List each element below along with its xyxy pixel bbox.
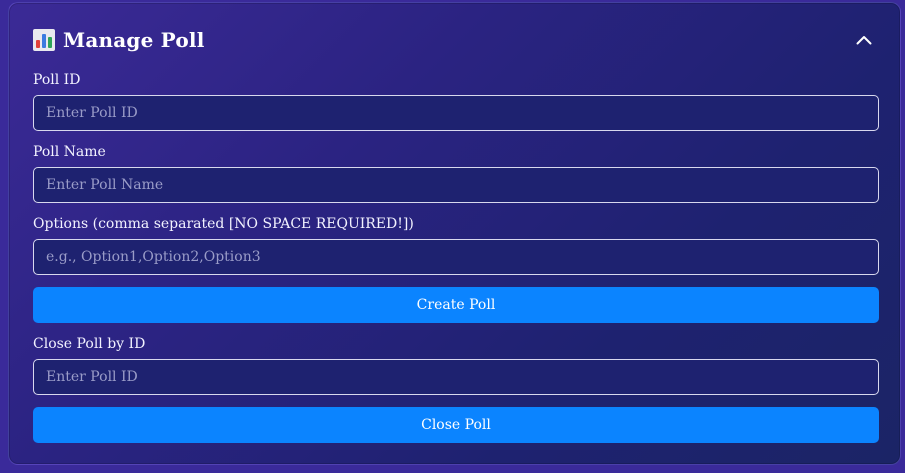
poll-id-input[interactable] [33,95,879,131]
poll-name-input[interactable] [33,167,879,203]
options-label: Options (comma separated [NO SPACE REQUI… [33,216,414,232]
options-input[interactable] [33,239,879,275]
poll-name-label: Poll Name [33,144,106,160]
poll-id-label: Poll ID [33,72,81,88]
collapse-button[interactable] [852,28,876,52]
create-poll-button[interactable]: Create Poll [33,287,879,323]
bar-chart-icon-bar-1 [36,40,40,48]
bar-chart-icon [33,29,55,51]
close-poll-id-input[interactable] [33,359,879,395]
panel-title: Manage Poll [63,28,205,52]
panel-header: Manage Poll [33,25,876,55]
close-poll-button[interactable]: Close Poll [33,407,879,443]
panel-title-group: Manage Poll [33,28,205,52]
manage-poll-panel: Manage Poll Poll ID Poll Name Options (c… [8,2,901,465]
bar-chart-icon-bar-3 [48,37,52,48]
bar-chart-icon-bar-2 [42,34,46,48]
close-poll-id-label: Close Poll by ID [33,336,146,352]
chevron-up-icon [856,36,872,45]
